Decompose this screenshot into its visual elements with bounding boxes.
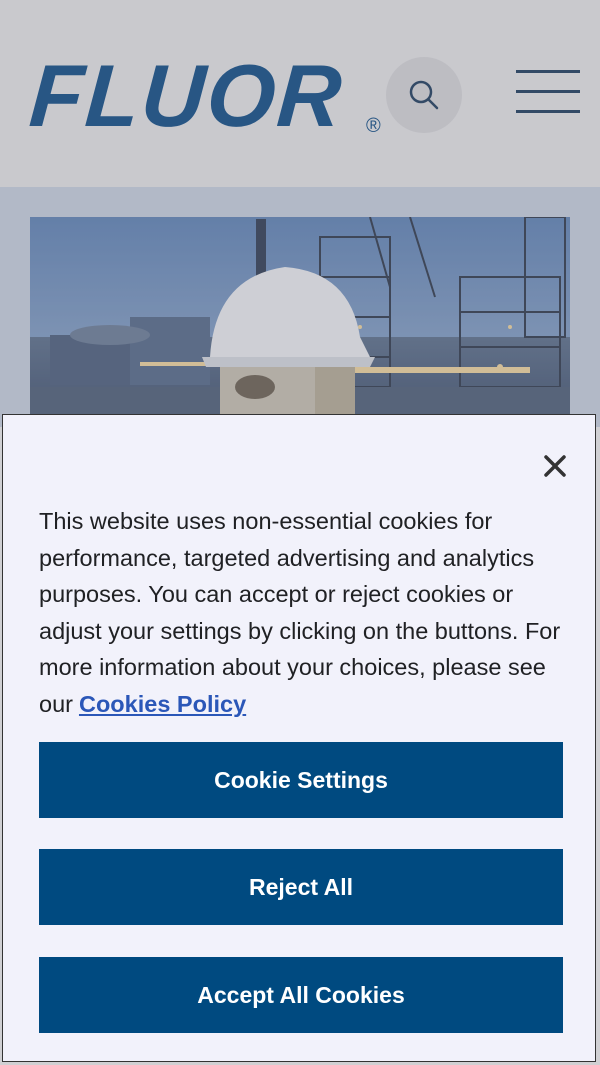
search-icon [409, 80, 439, 110]
cookie-message-text: This website uses non-essential cookies … [39, 508, 561, 717]
cookie-consent-dialog: This website uses non-essential cookies … [2, 414, 596, 1062]
menu-button[interactable] [516, 70, 580, 114]
cookie-message: This website uses non-essential cookies … [39, 503, 569, 723]
accept-all-cookies-button[interactable]: Accept All Cookies [39, 957, 563, 1033]
hamburger-menu-icon [516, 90, 580, 93]
cookie-settings-button[interactable]: Cookie Settings [39, 742, 563, 818]
registered-mark: ® [366, 115, 381, 137]
page: FLUOR ® This website uses non-essential … [0, 0, 600, 1065]
hamburger-menu-icon [516, 70, 580, 73]
hero-image [30, 217, 570, 415]
close-button[interactable] [539, 450, 571, 482]
hamburger-menu-icon [516, 110, 580, 113]
reject-all-button[interactable]: Reject All [39, 849, 563, 925]
fluor-logo[interactable]: FLUOR [27, 46, 347, 145]
search-button[interactable] [386, 57, 462, 133]
site-header: FLUOR ® [0, 0, 600, 187]
cookies-policy-link[interactable]: Cookies Policy [79, 691, 246, 717]
close-icon [544, 455, 566, 477]
